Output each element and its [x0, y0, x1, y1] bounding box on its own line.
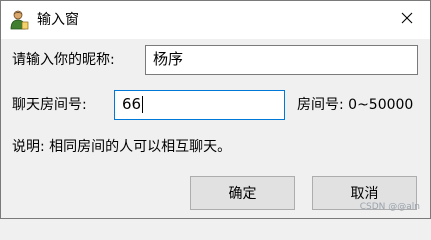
room-value: 66 [122, 95, 142, 113]
cancel-button-label: 取消 [350, 186, 379, 202]
room-input[interactable]: 66 [114, 90, 285, 120]
nickname-value: 杨序 [153, 50, 184, 68]
nickname-label: 请输入你的昵称: [12, 52, 115, 68]
ok-button-label: 确定 [228, 186, 257, 202]
close-icon [401, 12, 413, 28]
room-range-hint: 房间号: 0~50000 [297, 97, 414, 113]
close-button[interactable] [384, 1, 430, 39]
nickname-input[interactable]: 杨序 [145, 45, 418, 75]
watermark: CSDN @@aln [359, 202, 420, 212]
note-text: 说明: 相同房间的人可以相互聊天。 [12, 139, 232, 155]
title-bar[interactable]: 输入窗 [1, 1, 430, 39]
window-title: 输入窗 [37, 12, 79, 28]
ok-button[interactable]: 确定 [190, 176, 295, 210]
text-caret [142, 96, 144, 113]
room-label: 聊天房间号: [12, 97, 87, 113]
user-icon [9, 10, 29, 30]
input-dialog: 输入窗 请输入你的昵称: 杨序 聊天房间号: 66 房间号: 0~50000 说… [0, 0, 431, 219]
